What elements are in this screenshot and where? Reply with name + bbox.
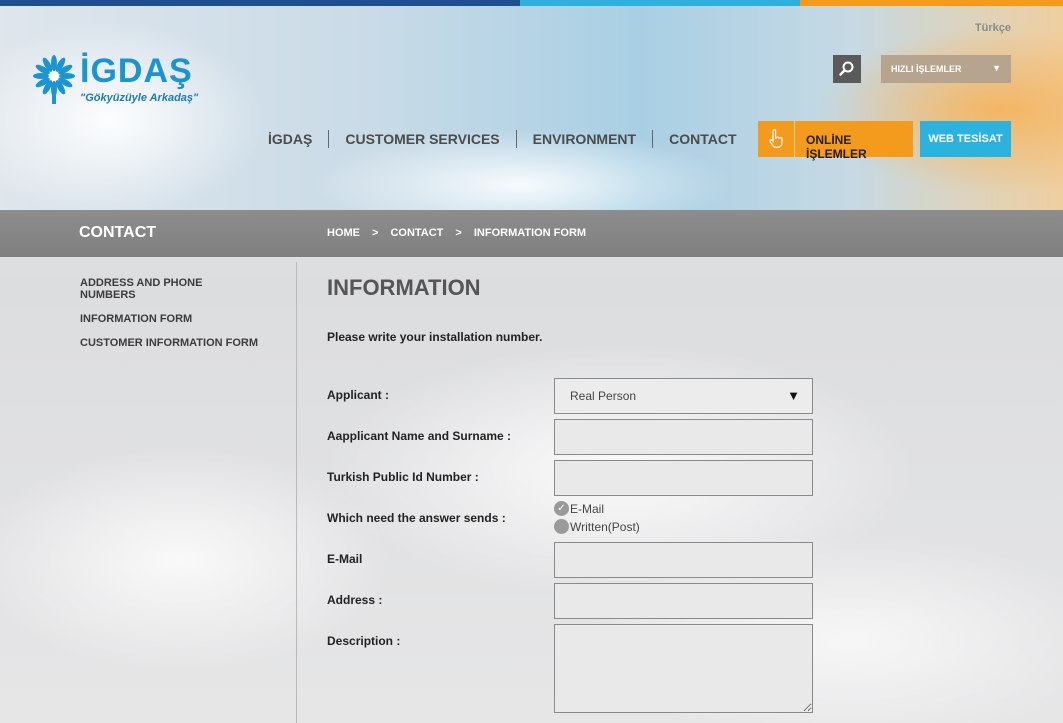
sidebar-item-customer-information-form[interactable]: CUSTOMER INFORMATION FORM — [80, 337, 260, 349]
radio-email-label: E-Mail — [570, 501, 605, 516]
search-icon — [839, 61, 854, 76]
web-installation-button[interactable]: WEB TESİSAT — [920, 121, 1011, 157]
nav-divider — [515, 130, 517, 148]
radio-written-post-label: Written(Post) — [570, 519, 640, 534]
applicant-label: Applicant : — [327, 388, 389, 402]
radio-written-post[interactable]: Written(Post) — [554, 519, 640, 534]
quick-actions-dropdown[interactable]: HIZLI İŞLEMLER ▼ — [881, 55, 1011, 83]
sidebar-divider — [296, 262, 297, 723]
online-operations-label: ONLİNE İŞLEMLER — [806, 133, 867, 161]
sidebar-item-information-form[interactable]: INFORMATION FORM — [80, 313, 260, 325]
nav-item-environment[interactable]: ENVIRONMENT — [533, 131, 636, 147]
logo-slogan: "Gökyüzüyle Arkadaş" — [80, 92, 199, 104]
id-number-label: Turkish Public Id Number : — [327, 470, 479, 484]
section-title: CONTACT — [79, 224, 157, 241]
radio-checked-icon: ✓ — [554, 501, 569, 516]
address-input[interactable] — [554, 583, 813, 619]
description-textarea[interactable] — [554, 624, 813, 713]
breadcrumb-separator: > — [455, 227, 462, 239]
search-button[interactable] — [833, 55, 861, 83]
nav-item-contact[interactable]: CONTACT — [669, 131, 736, 147]
address-label: Address : — [327, 593, 383, 607]
id-number-input[interactable] — [554, 460, 813, 496]
applicant-select[interactable]: Real Person ▼ — [554, 378, 813, 414]
chevron-down-icon: ▼ — [992, 63, 1001, 73]
header: İGDAŞ "Gökyüzüyle Arkadaş" Türkçe HIZLI … — [0, 0, 1063, 210]
section-band: CONTACT HOME > CONTACT > INFORMATION FOR… — [0, 210, 1063, 257]
description-label: Description : — [327, 634, 401, 648]
breadcrumb-contact[interactable]: CONTACT — [390, 227, 443, 239]
applicant-selected-value: Real Person — [570, 389, 637, 403]
quick-actions-label: HIZLI İŞLEMLER — [891, 64, 962, 74]
page-title: INFORMATION — [327, 275, 481, 300]
breadcrumb: HOME > CONTACT > INFORMATION FORM — [327, 227, 586, 239]
nav-divider — [328, 130, 330, 148]
nav-item-igdas[interactable]: İGDAŞ — [268, 131, 312, 147]
breadcrumb-current: INFORMATION FORM — [473, 227, 587, 239]
nav-divider — [652, 130, 654, 148]
radio-unchecked-icon — [554, 519, 569, 534]
nav-item-customer-services[interactable]: CUSTOMER SERVICES — [345, 131, 499, 147]
name-label: Aapplicant Name and Surname : — [327, 429, 512, 443]
dropdown-arrow-icon: ▼ — [787, 388, 800, 403]
radio-email[interactable]: ✓ E-Mail — [554, 501, 604, 516]
language-link[interactable]: Türkçe — [975, 22, 1011, 34]
logo-flower-icon — [33, 55, 75, 104]
main-nav: İGDAŞ CUSTOMER SERVICES ENVIRONMENT CONT… — [268, 130, 737, 148]
logo[interactable]: İGDAŞ "Gökyüzüyle Arkadaş" — [32, 52, 212, 110]
logo-wordmark: İGDAŞ — [80, 52, 193, 90]
hand-pointer-icon — [758, 121, 795, 157]
answer-method-label: Which need the answer sends : — [327, 511, 506, 525]
breadcrumb-home[interactable]: HOME — [327, 227, 360, 239]
top-color-bar — [0, 0, 1063, 6]
breadcrumb-separator: > — [372, 227, 379, 239]
email-label: E-Mail — [327, 552, 363, 566]
sidebar: ADDRESS AND PHONE NUMBERS INFORMATION FO… — [80, 277, 260, 361]
sidebar-item-address-phone[interactable]: ADDRESS AND PHONE NUMBERS — [80, 277, 260, 301]
intro-text: Please write your installation number. — [327, 330, 543, 344]
online-operations-button[interactable]: ONLİNE İŞLEMLER — [758, 121, 913, 161]
email-input[interactable] — [554, 542, 813, 578]
name-input[interactable] — [554, 419, 813, 455]
